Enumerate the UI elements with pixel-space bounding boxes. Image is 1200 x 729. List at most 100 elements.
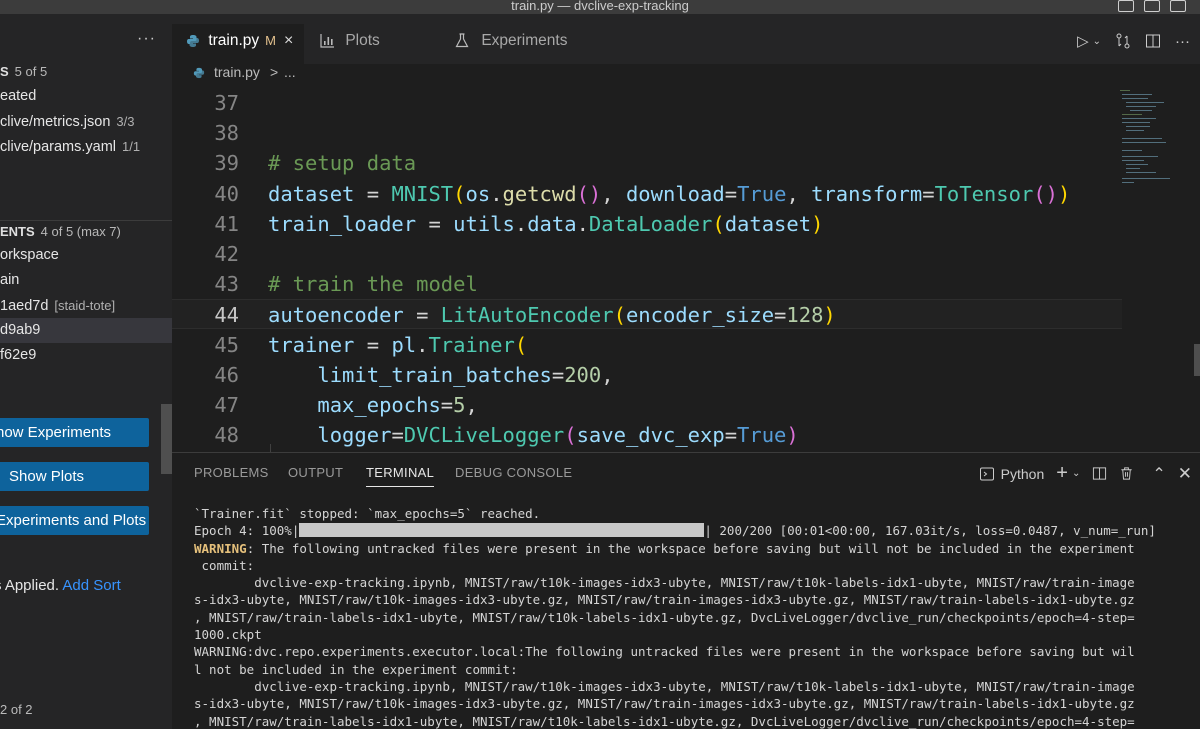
tab-experiments[interactable]: Experiments [455, 24, 595, 64]
code-token: LitAutoEncoder [440, 303, 614, 328]
sidebar-scrollbar[interactable] [161, 404, 172, 474]
new-terminal-icon[interactable]: + [1056, 462, 1068, 485]
code-token: autoencoder [268, 303, 404, 328]
chevron-up-icon[interactable]: ⌃ [1152, 464, 1165, 484]
terminal-line: dvclive-exp-tracking.ipynb, MNIST/raw/t1… [194, 575, 1135, 591]
code-line-current[interactable]: 44 autoencoder = LitAutoEncoder(encoder_s… [172, 299, 1122, 330]
code-line[interactable]: 45 trainer = pl.Trainer( [172, 330, 1122, 360]
panel-actions: Python + ⌄ ⌃ ✕ [979, 462, 1192, 485]
editor-actions: ▷ ⌄ ··· [1077, 32, 1190, 51]
breadcrumb: train.py > ... [172, 64, 1200, 86]
experiment-item[interactable]: orkspace [0, 243, 172, 268]
split-terminal-icon[interactable] [1092, 466, 1107, 481]
change-item[interactable]: clive/metrics.json 3/3 [0, 109, 172, 134]
code-token: ( [453, 181, 466, 206]
line-number: 45 [214, 332, 239, 357]
code-line[interactable]: 42 [172, 239, 1122, 269]
code-token: , [601, 181, 626, 206]
terminal-line: WARNING: The following untracked files w… [194, 540, 1194, 557]
code-token: DVCLiveLogger [403, 423, 565, 448]
tab-terminal[interactable]: TERMINAL [366, 465, 435, 487]
code-line[interactable]: 39 # setup data [172, 148, 1122, 178]
code-token: ) [1058, 181, 1071, 206]
close-panel-icon[interactable]: ✕ [1178, 464, 1192, 484]
minimap[interactable] [1118, 86, 1184, 196]
terminal-shell-name[interactable]: Python [1001, 466, 1045, 482]
code-line[interactable]: 48 logger=DVCLiveLogger(save_dvc_exp=Tru… [172, 420, 1122, 450]
experiment-item[interactable]: f62e9 [0, 343, 172, 368]
compare-changes-icon[interactable] [1115, 33, 1131, 49]
code-token: () [576, 181, 602, 206]
terminal-line: `Trainer.fit` stopped: `max_epochs=5` re… [194, 506, 541, 521]
tab-train-py[interactable]: train.py M × [172, 24, 304, 64]
tab-debug-console[interactable]: DEBUG CONSOLE [455, 465, 572, 480]
experiment-item-label: f62e9 [0, 347, 37, 363]
tab-label: train.py [208, 32, 260, 49]
title-bar: train.py — dvclive-exp-tracking [0, 0, 1200, 14]
toggle-panel-icon[interactable] [1144, 0, 1160, 12]
code-line[interactable]: 38 [172, 118, 1122, 148]
indent-guide [270, 444, 271, 452]
tab-problems[interactable]: PROBLEMS [194, 465, 269, 480]
code-token: encoder_size [625, 303, 775, 328]
change-item-meta: 3/3 [116, 114, 135, 129]
terminal-output[interactable]: `Trainer.fit` stopped: `max_epochs=5` re… [194, 505, 1194, 729]
chevron-down-icon[interactable]: ⌄ [1072, 468, 1080, 479]
code-line[interactable]: 40 dataset = MNIST(os.getcwd(), download=… [172, 179, 1122, 209]
code-token: , [465, 393, 478, 417]
progress-prefix: Epoch 4: 100%| [194, 523, 300, 539]
change-item[interactable]: clive/params.yaml 1/1 [0, 134, 172, 159]
code-token: 5 [453, 393, 466, 417]
code-line[interactable]: 41 train_loader = utils.data.DataLoader(d… [172, 209, 1122, 239]
code-token: dataset [724, 211, 812, 236]
run-icon[interactable]: ▷ [1077, 32, 1089, 50]
close-tab-icon[interactable]: × [284, 32, 293, 49]
code-text: logger=DVCLiveLogger(save_dvc_exp=True) [268, 420, 798, 450]
code-token: utils [453, 211, 515, 236]
code-text: max_epochs=5, [268, 390, 478, 420]
code-text: train_loader = utils.data.DataLoader(dat… [268, 209, 823, 239]
change-item-label: clive/metrics.json [0, 114, 111, 130]
breadcrumb-file[interactable]: train.py [214, 64, 260, 80]
add-sort-link[interactable]: Add Sort [62, 577, 120, 594]
code-token: ToTensor [934, 181, 1034, 206]
show-experiments-button[interactable]: how Experiments [0, 418, 149, 447]
code-text: # train the model [268, 269, 478, 299]
tab-plots[interactable]: Plots [320, 24, 440, 64]
code-line[interactable]: 37 [172, 88, 1122, 118]
split-editor-icon[interactable] [1145, 33, 1161, 49]
experiment-item[interactable]: ain [0, 268, 172, 293]
changes-section-header[interactable]: S 5 of 5 [0, 64, 47, 79]
code-token: ( [712, 211, 725, 236]
code-line[interactable]: 43 # train the model [172, 269, 1122, 299]
chevron-down-icon[interactable]: ⌄ [1093, 36, 1101, 47]
line-number: 42 [214, 242, 239, 266]
code-token: = [774, 303, 787, 328]
more-actions-icon[interactable]: ··· [137, 30, 156, 48]
code-token: = [724, 181, 738, 206]
warning-text: : The following untracked files were pre… [246, 540, 1135, 556]
show-experiments-and-plots-button[interactable]: Experiments and Plots [0, 506, 149, 535]
change-item[interactable]: eated [0, 84, 172, 109]
code-editor[interactable]: 37 38 39 # setup data 40 dataset = MNIST(os.g… [172, 86, 1200, 452]
toggle-sidebar-icon[interactable] [1118, 0, 1134, 12]
terminal-line: 1000.ckpt [194, 627, 262, 643]
breadcrumb-symbol[interactable]: ... [284, 64, 296, 80]
window-title: train.py — dvclive-exp-tracking [511, 0, 689, 13]
trash-icon[interactable] [1119, 466, 1134, 481]
breadcrumb-separator: > [270, 64, 279, 80]
experiments-section-header[interactable]: ENTS 4 of 5 (max 7) [0, 224, 121, 239]
code-line[interactable]: 47 max_epochs=5, [172, 390, 1122, 420]
experiment-item[interactable]: 1aed7d [staid-tote] [0, 293, 172, 318]
code-text: # setup data [268, 148, 416, 178]
layout-controls [1118, 0, 1186, 12]
more-actions-icon[interactable]: ··· [1175, 33, 1190, 50]
sort-status-text: s Applied. [0, 577, 60, 594]
tab-output[interactable]: OUTPUT [288, 465, 343, 480]
code-line[interactable]: 46 limit_train_batches=200, [172, 360, 1122, 390]
code-token: data [527, 211, 577, 236]
toggle-secondary-sidebar-icon[interactable] [1170, 0, 1186, 12]
show-plots-button[interactable]: Show Plots [0, 462, 149, 491]
experiment-item-selected[interactable]: d9ab9 [0, 318, 172, 343]
editor-scrollbar[interactable] [1194, 344, 1200, 376]
